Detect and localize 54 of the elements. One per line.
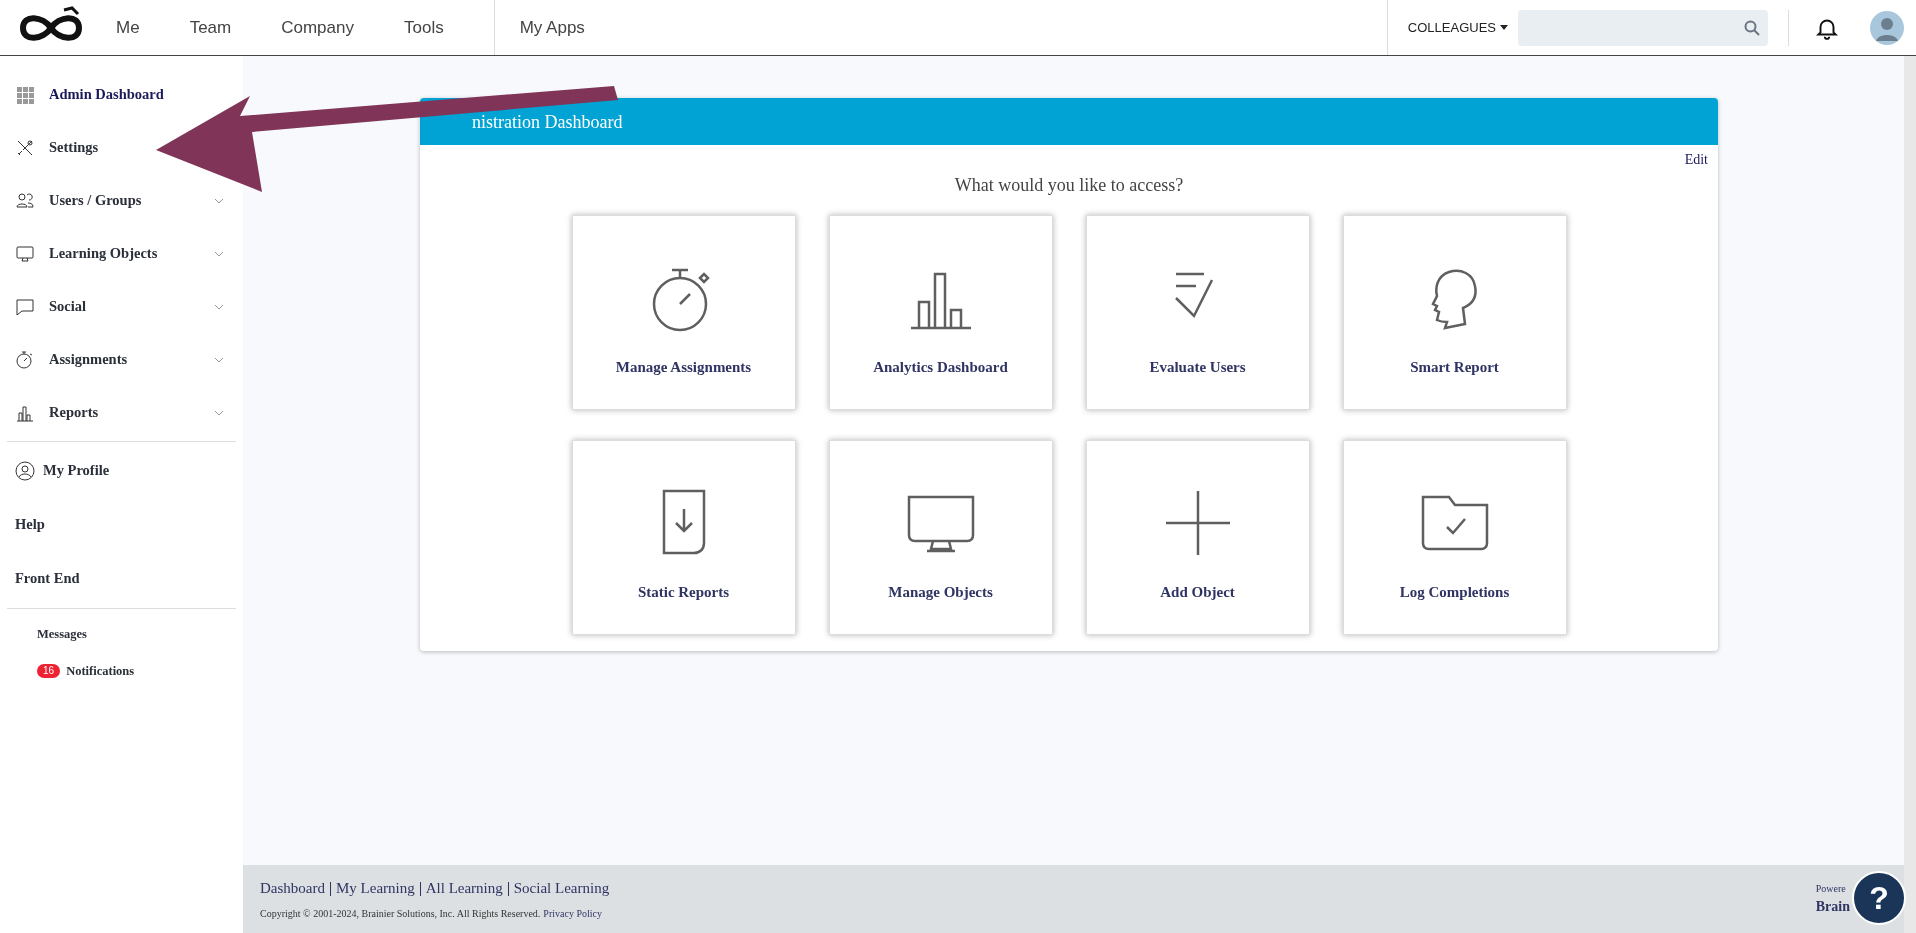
powered-by-text: Powere: [1815, 882, 1846, 896]
chevron-down-icon: [214, 409, 224, 416]
notifications-link[interactable]: Notifications: [66, 661, 135, 681]
search-field[interactable]: [1518, 9, 1768, 46]
chevron-down-icon: [214, 197, 224, 204]
chevron-down-icon: [214, 303, 224, 310]
chevron-down-icon: [214, 356, 224, 363]
messages-link[interactable]: Messages: [37, 625, 236, 644]
notification-count: 16: [37, 664, 61, 679]
dashboard-tile[interactable]: Manage Objects: [828, 440, 1053, 635]
privacy-link[interactable]: Privacy Policy: [543, 905, 602, 921]
panel-title: nistration Dashboard: [472, 111, 623, 134]
caret-icon: [1500, 25, 1508, 30]
sidebar-item[interactable]: My Profile: [7, 444, 236, 498]
footer-link[interactable]: My Learning: [336, 877, 415, 900]
sidebar-item[interactable]: Help: [7, 498, 236, 552]
footer-link[interactable]: All Learning: [425, 877, 503, 900]
sidebar-item[interactable]: Assignments: [7, 333, 236, 386]
dashboard-tile[interactable]: Analytics Dashboard: [828, 215, 1053, 410]
search-icon: [1744, 19, 1760, 36]
sidebar-item[interactable]: Learning Objects: [7, 227, 236, 280]
sidebar-item[interactable]: Users / Groups: [7, 174, 236, 227]
colleagues-dropdown[interactable]: COLLEAGUES: [1407, 17, 1508, 38]
nav-link[interactable]: Tools: [403, 14, 444, 41]
sidebar-item[interactable]: Reports: [7, 386, 236, 439]
avatar[interactable]: [1870, 10, 1904, 45]
user-icon: [15, 461, 35, 481]
brand-text: Brain: [1815, 898, 1850, 916]
nav-link[interactable]: Me: [116, 14, 140, 41]
footer-link[interactable]: Dashboard: [260, 877, 325, 900]
nav-link[interactable]: Company: [281, 14, 354, 41]
dashboard-tile[interactable]: Log Completions: [1342, 440, 1567, 635]
nav-link[interactable]: My Apps: [519, 14, 585, 41]
copyright-text: Copyright © 2001-2024, Brainier Solutions, Inc. All Rights Reserved.: [260, 906, 541, 921]
access-prompt: What would you like to access?: [953, 174, 1185, 197]
sidebar-item[interactable]: Social: [7, 280, 236, 333]
footer-link[interactable]: Social Learning: [513, 877, 610, 900]
speech-bubble-icon: [15, 296, 35, 317]
grid-icon: [15, 84, 35, 105]
sidebar-item[interactable]: Settings: [7, 121, 111, 174]
dashboard-tile[interactable]: Evaluate Users: [1085, 215, 1310, 410]
sidebar-item[interactable]: Front End: [7, 552, 236, 606]
dashboard-tile[interactable]: Manage Assignments: [571, 215, 796, 410]
sidebar-item[interactable]: Admin Dashboard: [7, 68, 176, 121]
stopwatch-icon: [15, 349, 35, 370]
nav-link[interactable]: Team: [189, 14, 232, 41]
users-icon: [15, 190, 35, 211]
chevron-down-icon: [214, 250, 224, 257]
dashboard-tile[interactable]: Static Reports: [571, 440, 796, 635]
dashboard-tile[interactable]: Smart Report: [1342, 215, 1567, 410]
monitor-icon: [15, 243, 35, 264]
edit-link[interactable]: Edit: [1684, 149, 1708, 170]
dashboard-tile[interactable]: Add Object: [1085, 440, 1310, 635]
tools-icon: [15, 137, 35, 158]
